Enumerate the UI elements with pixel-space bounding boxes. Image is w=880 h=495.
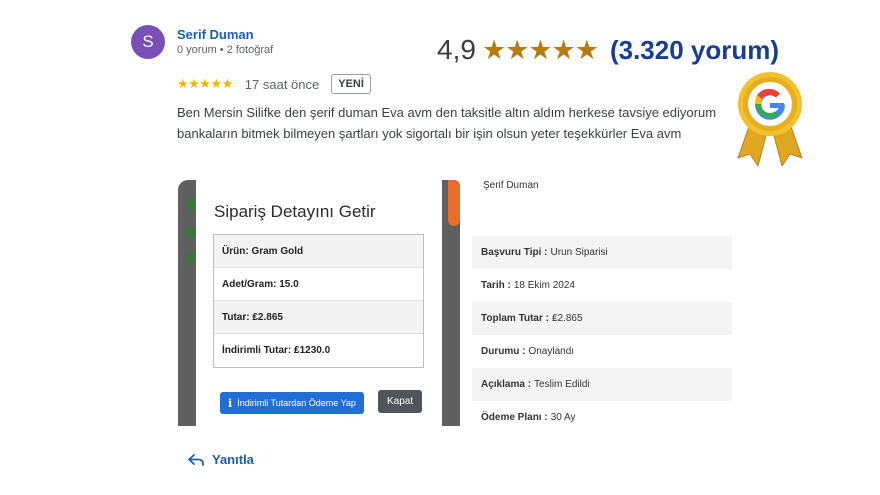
review-meta-row: ★★★★★ 17 saat önce YENİ (177, 74, 371, 94)
table-row: İndirimli Tutar: ₤1230.0 (222, 345, 331, 356)
detail-row: Durumu : Onaylandı (481, 346, 575, 357)
details-customer-name: Şerif Duman (483, 180, 539, 191)
reviewer-name[interactable]: Serif Duman (177, 27, 254, 42)
pay-button-label: İndirimli Tutardan Ödeme Yap (237, 398, 356, 408)
modal-title: Sipariş Detayını Getir (214, 202, 376, 221)
review-text: Ben Mersin Silifke den şerif duman Eva a… (177, 105, 717, 141)
detail-row: Başvuru Tipi : Urun Siparisi (472, 236, 732, 269)
detail-row: Ödeme Planı :30 Ay (481, 412, 576, 423)
status-dot (188, 252, 194, 264)
status-dot (188, 198, 194, 210)
discount-pay-button[interactable]: i İndirimli Tutardan Ödeme Yap (220, 392, 364, 414)
reviewer-meta: 0 yorum • 2 fotoğraf (177, 44, 274, 56)
overall-rating: 4,9 ★★★★★ (3.320 yorum) (437, 32, 779, 68)
google-award-badge-icon (737, 72, 803, 166)
status-dot (188, 226, 194, 238)
reply-button[interactable]: Yanıtla (188, 452, 254, 467)
info-icon: i (228, 396, 233, 410)
rating-stars-icon: ★★★★★ (481, 34, 599, 65)
new-badge: YENİ (331, 74, 371, 94)
reply-icon (188, 453, 204, 466)
order-detail-modal: Sipariş Detayını Getir Ürün: Gram Gold A… (196, 180, 442, 426)
detail-row: Tarih :18 Ekim 2024 (481, 280, 575, 291)
detail-row: Açıklama : Teslim Edildi (472, 368, 732, 401)
orange-tab (448, 180, 460, 226)
application-details: Başvuru Tipi : Urun Siparisi Tarih :18 Ek… (472, 236, 732, 434)
table-row: Ürün: Gram Gold (214, 235, 423, 268)
table-row: Tutar: ₤2.865 (214, 301, 423, 334)
rating-score: 4,9 (437, 34, 476, 65)
detail-row: Toplam Tutar : ₤2.865 (472, 302, 732, 335)
avatar[interactable]: S (131, 25, 165, 59)
rating-count: (3.320 yorum) (609, 34, 780, 65)
review-stars-icon: ★★★★★ (177, 76, 233, 91)
review-time: 17 saat önce (244, 76, 320, 92)
table-row: Adet/Gram: 15.0 (214, 268, 423, 301)
close-button[interactable]: Kapat (378, 390, 423, 413)
reply-label: Yanıtla (212, 452, 254, 467)
order-table: Ürün: Gram Gold Adet/Gram: 15.0 Tutar: ₤… (213, 234, 424, 368)
